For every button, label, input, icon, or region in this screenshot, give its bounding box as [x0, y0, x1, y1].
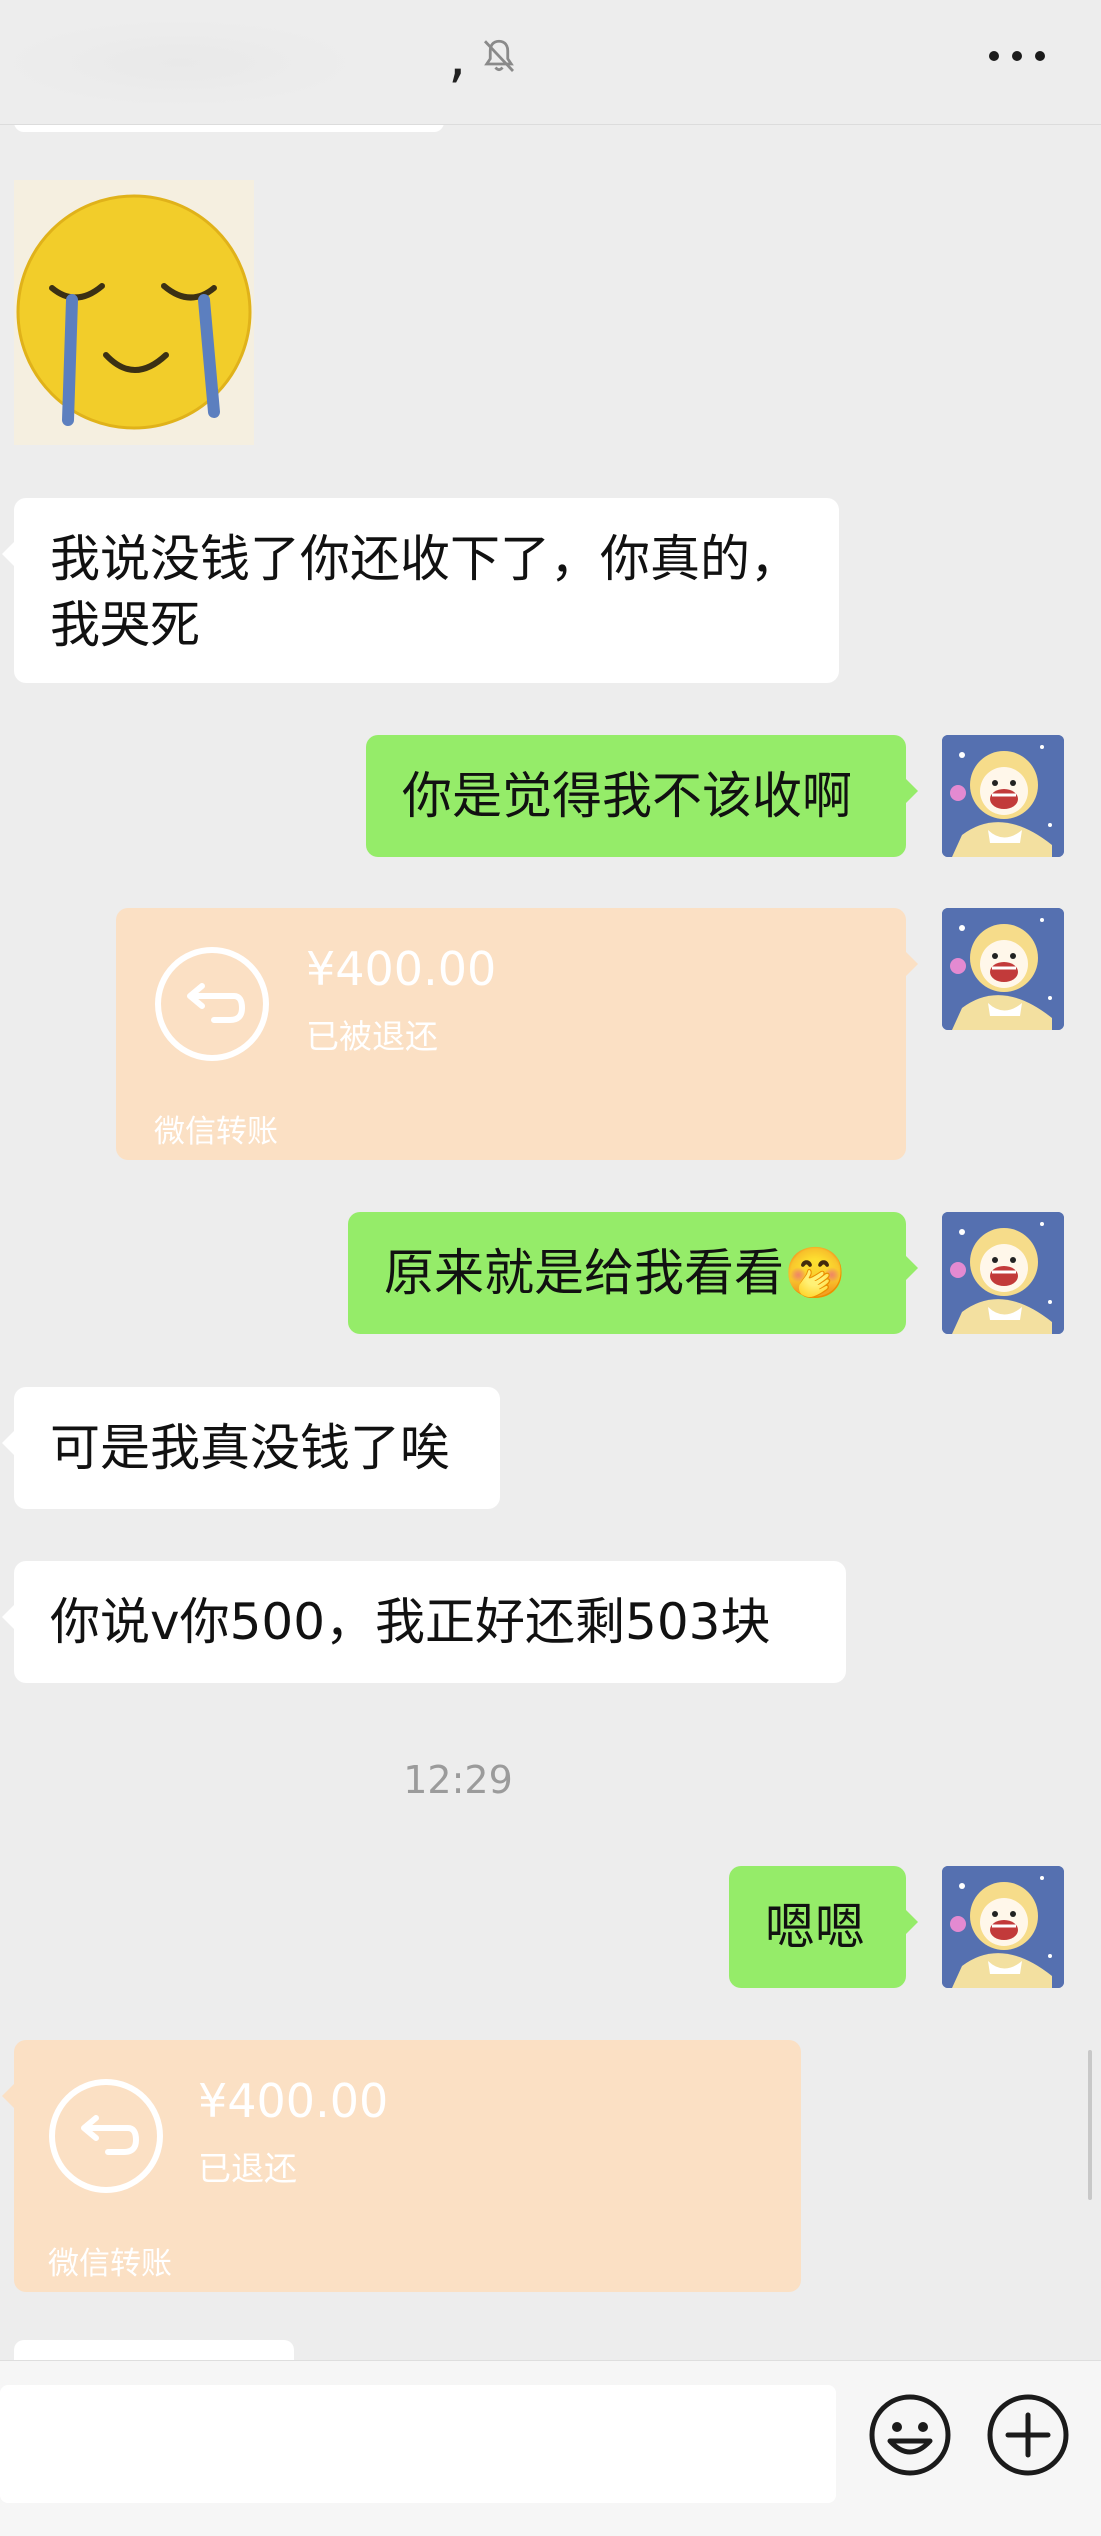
message-sent[interactable]: 你是觉得我不该收啊 — [366, 735, 918, 857]
avatar[interactable] — [942, 908, 1064, 1030]
anime-avatar-icon — [942, 1212, 1064, 1334]
transfer-card-returned[interactable]: ¥400.00 已退还 微信转账 — [2, 2040, 801, 2292]
return-arrow-icon — [49, 2079, 163, 2193]
message-text: 你说v你500，我正好还剩503块 — [50, 1593, 771, 1651]
avatar[interactable] — [942, 1866, 1064, 1988]
next-message-bubble — [14, 2340, 294, 2360]
anime-avatar-icon — [942, 735, 1064, 857]
smiley-icon[interactable] — [868, 2393, 952, 2477]
hand-over-mouth-emoji-icon: 🤭 — [784, 1244, 847, 1302]
message-text: 可是我真没钱了唉 — [50, 1419, 450, 1477]
more-icon[interactable] — [985, 48, 1051, 64]
message-sent[interactable]: 嗯嗯 — [729, 1866, 918, 1988]
message-text-line2: 我哭死 — [50, 596, 200, 654]
message-timestamp: 12:29 — [403, 1758, 513, 1802]
scrollbar[interactable] — [1088, 2050, 1092, 2200]
crying-face-icon — [16, 194, 252, 430]
bell-slash-icon — [483, 39, 515, 72]
transfer-kind: 微信转账 — [154, 1114, 278, 1150]
message-text: 嗯嗯 — [765, 1898, 865, 1956]
transfer-card-returned[interactable]: ¥400.00 已被退还 微信转账 — [116, 908, 918, 1160]
transfer-kind: 微信转账 — [48, 2246, 172, 2282]
message-received[interactable]: 可是我真没钱了唉 — [2, 1387, 500, 1509]
transfer-status: 已退还 — [198, 2149, 297, 2188]
message-text: 原来就是给我看看 — [384, 1244, 784, 1302]
avatar[interactable] — [942, 1212, 1064, 1334]
anime-avatar-icon — [942, 908, 1064, 1030]
chat-title-fragment: , — [448, 22, 467, 90]
avatar[interactable] — [942, 735, 1064, 857]
message-text: 我说没钱了你还收下了，你真的， — [50, 530, 800, 588]
message-text: 你是觉得我不该收啊 — [402, 767, 852, 825]
anime-avatar-icon — [942, 1866, 1064, 1988]
message-input[interactable] — [0, 2385, 836, 2503]
transfer-status: 已被退还 — [306, 1017, 438, 1056]
crying-face-sticker[interactable] — [14, 180, 254, 445]
message-sent[interactable]: 原来就是给我看看🤭 — [348, 1212, 918, 1334]
plus-circle-icon[interactable] — [986, 2393, 1070, 2477]
message-received[interactable]: 我说没钱了你还收下了，你真的， 我哭死 — [2, 498, 839, 683]
transfer-amount: ¥400.00 — [306, 942, 497, 996]
contact-name-redacted — [0, 18, 360, 108]
chat-header: , — [0, 0, 1101, 125]
message-received[interactable]: 你说v你500，我正好还剩503块 — [2, 1561, 846, 1683]
input-bar — [0, 2360, 1101, 2536]
transfer-amount: ¥400.00 — [198, 2074, 389, 2128]
return-arrow-icon — [155, 947, 269, 1061]
